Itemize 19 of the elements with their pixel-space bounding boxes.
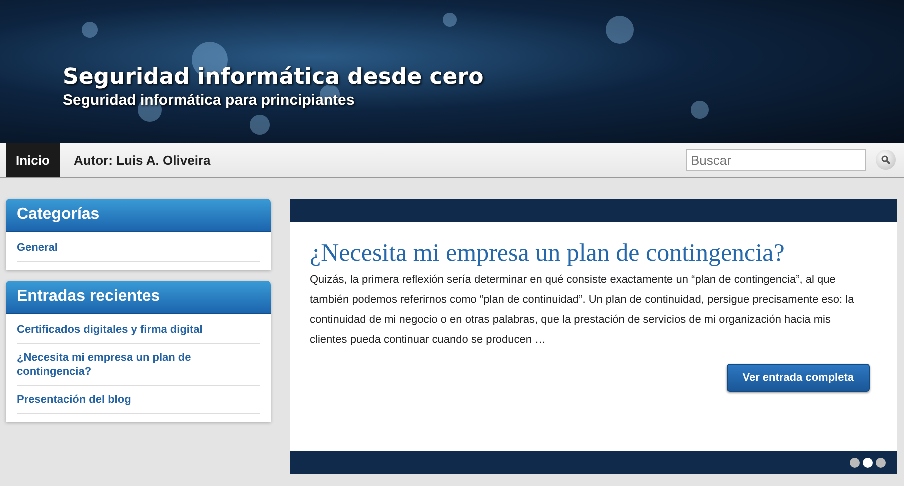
nav-link[interactable]: Autor: Luis A. Oliveira: [64, 143, 221, 177]
search-button[interactable]: [876, 150, 896, 170]
post-excerpt: Quizás, la primera reflexión sería determinar en qué consiste exactamente un “plan de contingencia”, al que también podemos referirnos como “plan de continuidad”. Un plan de continuidad, persigue precisamente eso: la continuidad de mi negocio o en otras palabras, que la prestación de servicios de mi organización hacia mis clientes pueda continuar cuando se producen …: [310, 273, 856, 348]
slide-dot[interactable]: [876, 458, 886, 468]
sidebar-link[interactable]: Presentación del blog: [17, 386, 260, 414]
sidebar-link[interactable]: ¿Necesita mi empresa un plan de contingencia?: [17, 344, 260, 386]
slide-dot[interactable]: [863, 458, 873, 468]
site-title: Seguridad informática desde cero: [63, 65, 485, 90]
sidebar-link[interactable]: General: [17, 234, 260, 262]
slide-dot[interactable]: [850, 458, 860, 468]
nav-link[interactable]: Inicio: [6, 143, 60, 177]
search-field[interactable]: Buscar: [686, 149, 866, 171]
widget-title: Categorías: [6, 199, 271, 232]
search-icon: [881, 155, 891, 165]
post-title[interactable]: ¿Necesita mi empresa un plan de contingencia?: [310, 240, 873, 268]
widget-title: Entradas recientes: [6, 281, 271, 314]
read-more-button[interactable]: Ver entrada completa: [726, 364, 870, 392]
site-subtitle: Seguridad informática para principiantes: [63, 92, 356, 109]
sidebar-link[interactable]: Certificados digitales y firma digital: [17, 316, 260, 344]
